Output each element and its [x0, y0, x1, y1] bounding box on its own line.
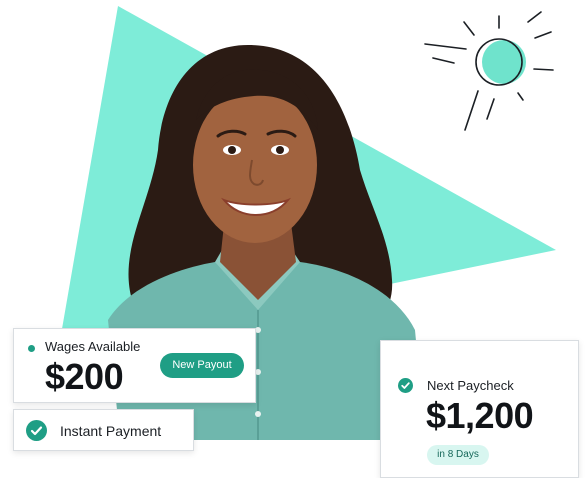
wages-available-card: Wages Available $200 New Payout	[13, 328, 256, 403]
next-paycheck-card: Next Paycheck $1,200 in 8 Days	[380, 340, 579, 478]
check-circle-icon	[398, 378, 413, 393]
instant-payment-card: Instant Payment	[13, 409, 194, 451]
next-paycheck-amount: $1,200	[426, 395, 534, 436]
new-payout-button[interactable]: New Payout	[160, 353, 244, 378]
next-paycheck-label: Next Paycheck	[427, 378, 514, 393]
check-circle-icon	[26, 420, 47, 441]
status-dot-icon	[28, 345, 35, 352]
sun-icon	[424, 11, 554, 131]
instant-payment-label: Instant Payment	[60, 423, 162, 439]
wages-available-amount: $200	[45, 356, 124, 397]
wages-available-label: Wages Available	[45, 339, 141, 354]
days-until-badge: in 8 Days	[427, 445, 489, 465]
